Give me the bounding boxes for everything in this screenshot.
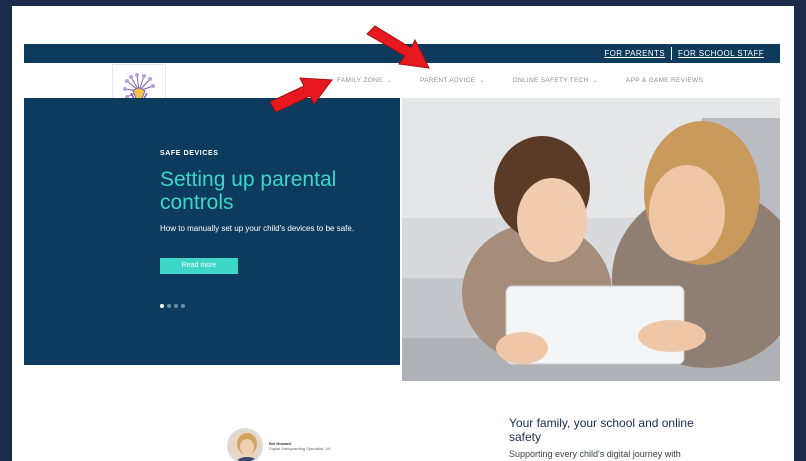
author-profile: Bel Howard Digital Safeguarding Speciali…: [227, 428, 331, 461]
section-text: Supporting every child's digital journey…: [509, 449, 681, 459]
carousel-dot[interactable]: [160, 304, 164, 308]
browser-page: FOR PARENTS FOR SCHOOL STAFF FAMILY ZONE…: [12, 6, 794, 461]
nav-online-safety-tech[interactable]: ONLINE SAFETY TECH ⌄: [513, 77, 598, 84]
carousel-dot[interactable]: [174, 304, 178, 308]
hero-title: Setting up parental controls: [160, 168, 337, 214]
chevron-down-icon: ⌄: [479, 78, 485, 84]
annotation-arrow-icon: [269, 77, 333, 113]
hero-description: How to manually set up your child's devi…: [160, 224, 355, 233]
carousel-dot[interactable]: [181, 304, 185, 308]
audience-links: FOR PARENTS FOR SCHOOL STAFF: [598, 47, 770, 60]
chevron-down-icon: ⌄: [386, 78, 393, 84]
carousel-dot[interactable]: [167, 304, 171, 308]
avatar: [227, 428, 263, 461]
hero-photo: [402, 98, 780, 381]
author-info: Bel Howard Digital Safeguarding Speciali…: [269, 441, 331, 451]
chevron-down-icon: ⌄: [592, 78, 598, 84]
read-more-button[interactable]: Read more: [160, 258, 238, 274]
author-role: Digital Safeguarding Specialist, UK: [269, 446, 332, 451]
for-school-staff-link[interactable]: FOR SCHOOL STAFF: [672, 47, 770, 60]
nav-parent-advice[interactable]: PARENT ADVICE ⌄: [420, 77, 485, 84]
for-parents-link[interactable]: FOR PARENTS: [598, 47, 673, 60]
hero-kicker: SAFE DEVICES: [160, 150, 219, 157]
hero-banner: SAFE DEVICES Setting up parental control…: [24, 98, 400, 365]
main-nav: FAMILY ZONE ⌄ PARENT ADVICE ⌄ ONLINE SAFET…: [337, 77, 703, 84]
carousel-dots: [160, 304, 185, 308]
section-title: Your family, your school and online safe…: [509, 416, 694, 444]
nav-app-game-reviews[interactable]: APP & GAME REVIEWS: [626, 77, 703, 84]
annotation-arrow-icon: [366, 25, 430, 69]
nav-family-zone[interactable]: FAMILY ZONE ⌄: [337, 77, 392, 84]
